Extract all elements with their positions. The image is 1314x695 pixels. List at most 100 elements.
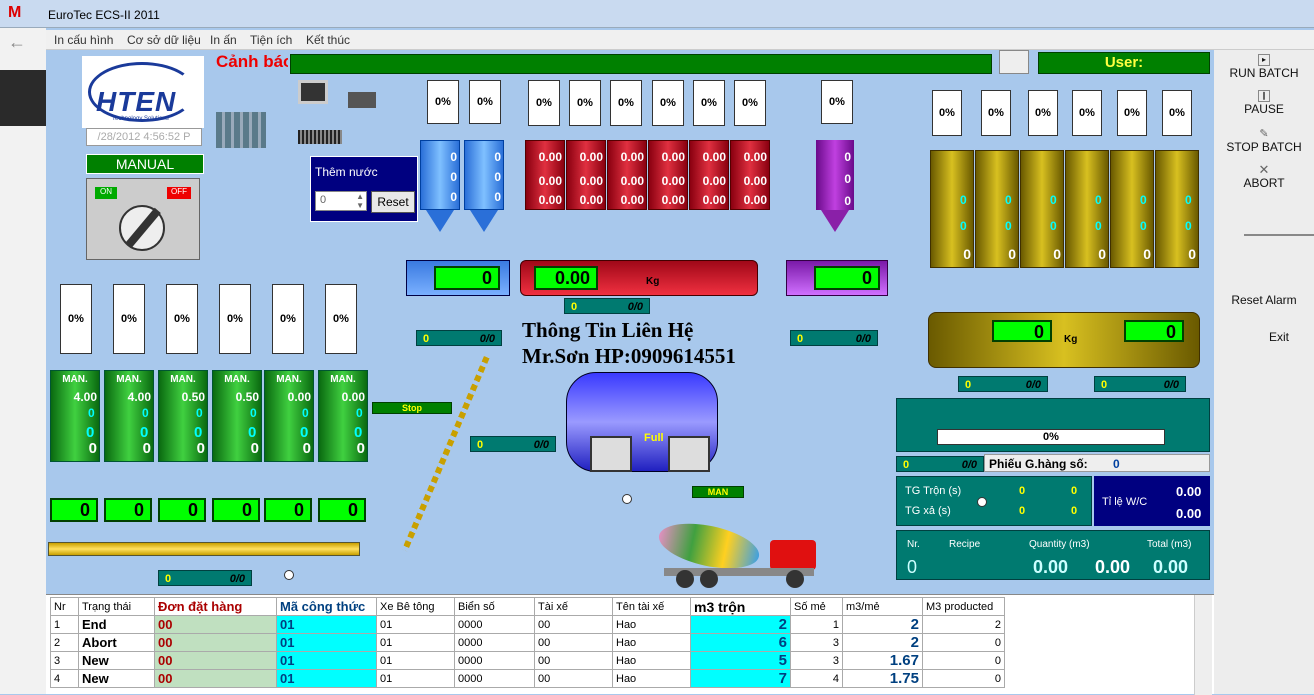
progress-bar: 0% bbox=[937, 429, 1165, 445]
col-batches[interactable]: Số mẻ bbox=[790, 597, 843, 616]
status-dot bbox=[284, 570, 294, 580]
blue-silo-value: 0 bbox=[494, 190, 501, 204]
table-cell: Hao bbox=[612, 633, 691, 652]
mix-time-label: TG Trộn (s) bbox=[905, 485, 962, 497]
col-m3[interactable]: m3 trộn bbox=[690, 597, 791, 616]
purple-teal: 0 0/0 bbox=[790, 330, 878, 346]
conveyor-stop-label: Stop bbox=[372, 402, 452, 414]
table-cell: 5 bbox=[690, 651, 791, 670]
menu-item-database[interactable]: Cơ sở dữ liệu bbox=[127, 33, 201, 47]
plc-icon bbox=[216, 112, 266, 148]
mode-switch[interactable]: ON OFF bbox=[86, 178, 200, 260]
discharge-time-label: TG xả (s) bbox=[905, 505, 951, 517]
pct-box: 0% bbox=[325, 284, 357, 354]
gold-silo-value: 0 bbox=[1005, 193, 1012, 207]
red-silo-value: 0.00 bbox=[661, 174, 685, 188]
gold-silo-value: 0 bbox=[1095, 193, 1102, 207]
red-silo-value: 0.00 bbox=[538, 193, 562, 207]
wrench-icon: ✎ bbox=[1259, 128, 1269, 140]
purple-silo-value: 0 bbox=[844, 194, 851, 208]
red-silo-value: 0.00 bbox=[538, 174, 562, 188]
gmail-icon[interactable]: M bbox=[8, 4, 21, 22]
table-cell: 00 bbox=[534, 615, 613, 634]
col-m3-per-batch[interactable]: m3/mẻ bbox=[842, 597, 923, 616]
green-silo-zero: 0 bbox=[250, 406, 257, 420]
batch-value: 0 bbox=[1113, 457, 1120, 471]
grid-scrollbar[interactable] bbox=[1194, 595, 1212, 695]
table-cell: 7 bbox=[690, 669, 791, 688]
col-truck[interactable]: Xe Bê tông bbox=[376, 597, 455, 616]
pause-button[interactable]: ∥ PAUSE bbox=[1214, 90, 1314, 116]
col-plate[interactable]: Biển số bbox=[454, 597, 535, 616]
blank-button[interactable] bbox=[999, 50, 1029, 74]
ratio-label: Tỉ lệ W/C bbox=[1102, 496, 1148, 508]
table-cell: 00 bbox=[154, 615, 277, 634]
table-row[interactable]: 2 Abort 00 01 01 0000 00 Hao 6 3 2 0 bbox=[50, 633, 1005, 652]
table-cell: 1.75 bbox=[842, 669, 923, 688]
ratio-value-1: 0.00 bbox=[1176, 484, 1202, 499]
side-divider bbox=[1244, 234, 1314, 236]
pct-box: 0% bbox=[1162, 90, 1192, 136]
water-reset-button[interactable]: Reset bbox=[371, 191, 415, 213]
red-scale-kg: Kg bbox=[646, 276, 660, 287]
table-row[interactable]: 1 End 00 01 01 0000 00 Hao 2 1 2 2 bbox=[50, 615, 1005, 634]
pct-box: 0% bbox=[981, 90, 1011, 136]
gold-silo-value: 0 bbox=[1185, 193, 1192, 207]
logo-text: HTEN bbox=[96, 86, 177, 117]
blue-silo-value: 0 bbox=[450, 150, 457, 164]
table-cell: 1 bbox=[50, 615, 79, 634]
green-silo-mode: MAN. bbox=[224, 374, 250, 385]
water-title: Thêm nước bbox=[315, 165, 378, 179]
inclined-conveyor bbox=[401, 356, 490, 552]
gold-teal-right: 0 0/0 bbox=[1094, 376, 1186, 392]
table-cell: 01 bbox=[276, 615, 377, 634]
mixer-man-label: MAN bbox=[692, 486, 744, 498]
green-silo-zero: 0 bbox=[356, 440, 365, 457]
col-order[interactable]: Đơn đặt hàng bbox=[154, 597, 277, 616]
red-silo-value: 0.00 bbox=[538, 150, 562, 164]
gold-silo-value: 0 bbox=[1005, 219, 1012, 233]
col-nr[interactable]: Nr bbox=[50, 597, 79, 616]
gold-silo-value: 0 bbox=[1095, 219, 1102, 233]
run-batch-button[interactable]: ▸ RUN BATCH bbox=[1214, 54, 1314, 80]
col-recipe[interactable]: Mã công thức bbox=[276, 597, 377, 616]
green-silo-zero: 0 bbox=[302, 406, 309, 420]
green-silo-zero: 0 bbox=[142, 440, 151, 457]
col-produced[interactable]: M3 producted bbox=[922, 597, 1005, 616]
summary-nr-label: Nr. bbox=[907, 539, 920, 550]
gold-silo-value: 0 bbox=[1050, 193, 1057, 207]
back-arrow-icon[interactable]: ← bbox=[8, 32, 26, 53]
menu-item-exit[interactable]: Kết thúc bbox=[306, 33, 350, 47]
gold-scale-left: 0 bbox=[992, 320, 1052, 342]
green-silo-zero: 0 bbox=[142, 406, 149, 420]
col-driver-name[interactable]: Tên tài xế bbox=[612, 597, 691, 616]
red-silo-value: 0.00 bbox=[702, 174, 726, 188]
table-cell: 00 bbox=[534, 633, 613, 652]
col-driver[interactable]: Tài xế bbox=[534, 597, 613, 616]
gold-silo-value: 0 bbox=[1098, 246, 1106, 262]
table-row[interactable]: 3 New 00 01 01 0000 00 Hao 5 3 1.67 0 bbox=[50, 651, 1005, 670]
menu-item-config[interactable]: In cấu hình bbox=[54, 33, 113, 47]
aggregate-weight: 0 bbox=[104, 498, 152, 522]
green-silo-zero: 0 bbox=[356, 406, 363, 420]
green-silo-value: 4.00 bbox=[127, 390, 151, 404]
table-cell: 01 bbox=[376, 615, 455, 634]
menu-item-print[interactable]: In ấn bbox=[210, 33, 237, 47]
table-cell: 01 bbox=[376, 651, 455, 670]
reset-alarm-button[interactable]: Reset Alarm bbox=[1214, 293, 1314, 307]
selector-knob[interactable] bbox=[119, 205, 165, 251]
aggregate-weight: 0 bbox=[50, 498, 98, 522]
abort-button[interactable]: ✕ ABORT bbox=[1214, 163, 1314, 190]
exit-button[interactable]: Exit bbox=[1214, 330, 1314, 344]
contact-line2: Mr.Sơn HP:0909614551 bbox=[522, 344, 736, 368]
table-row[interactable]: 4 New 00 01 01 0000 00 Hao 7 4 1.75 0 bbox=[50, 669, 1005, 688]
col-status[interactable]: Trạng thái bbox=[78, 597, 155, 616]
ratio-panel: Tỉ lệ W/C 0.00 0.00 bbox=[1094, 476, 1210, 526]
stop-batch-button[interactable]: ✎ STOP BATCH bbox=[1214, 128, 1314, 154]
water-input[interactable]: 0 ▲ ▼ bbox=[315, 191, 367, 211]
green-silo-zero: 0 bbox=[86, 424, 95, 441]
menu-item-utilities[interactable]: Tiện ích bbox=[250, 33, 292, 47]
pct-box: 0% bbox=[569, 80, 601, 126]
green-silo-mode: MAN. bbox=[276, 374, 302, 385]
table-cell: 01 bbox=[376, 633, 455, 652]
